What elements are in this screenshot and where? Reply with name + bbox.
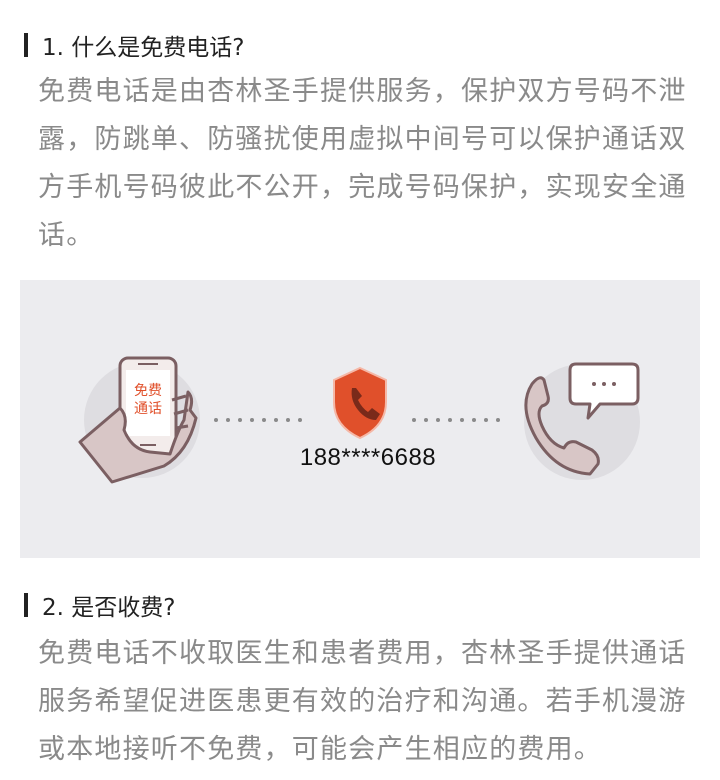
hand-phone-icon	[78, 356, 200, 484]
illustration-graphic: 免费 通话	[78, 356, 640, 484]
dotted-connector-right	[412, 418, 500, 422]
heading-bar	[24, 593, 28, 617]
handset-chat-icon	[524, 362, 640, 480]
heading-bar	[24, 33, 28, 57]
phone-screen-line2: 通话	[134, 401, 162, 417]
section-2-title: 2. 是否收费?	[42, 595, 176, 621]
section-2-text: 免费电话不收取医生和患者费用，杏林圣手提供通话服务希望促进医患更有效的治疗和沟通…	[38, 638, 687, 765]
section-1-title: 1. 什么是免费电话?	[42, 35, 245, 61]
section-1-text: 免费电话是由杏林圣手提供服务，保护双方号码不泄露，防跳单、防骚扰使用虚拟中间号可…	[38, 76, 687, 251]
dotted-connector-left	[214, 418, 302, 422]
virtual-number: 188****6688	[299, 444, 437, 471]
free-call-illustration: 免费 通话 188****6688	[20, 280, 700, 558]
shield-phone-icon	[333, 366, 387, 440]
section-2-heading: 2. 是否收费?	[24, 588, 175, 622]
section-1-heading: 1. 什么是免费电话?	[24, 28, 244, 62]
phone-screen-line1: 免费	[134, 383, 162, 399]
